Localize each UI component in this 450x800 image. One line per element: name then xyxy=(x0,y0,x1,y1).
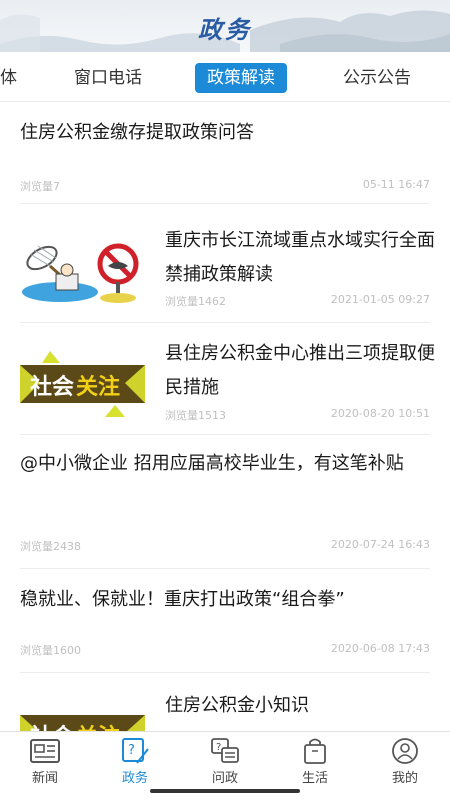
tabbar-item-mine[interactable]: 我的 xyxy=(360,732,450,790)
tab-truncated[interactable]: 体 xyxy=(0,63,17,93)
list-item[interactable]: 住房公积金缴存提取政策问答 浏览量7 05-11 16:47 xyxy=(0,103,450,204)
publish-date: 2020-06-08 17:43 xyxy=(330,642,430,655)
view-count: 浏览量7 xyxy=(20,180,60,193)
social-focus-thumbnail: 社会 关注 xyxy=(20,703,145,731)
thumb-text-focus: 关注 xyxy=(76,374,121,400)
article-title: 稳就业、保就业！重庆打出政策“组合拳” xyxy=(20,589,345,610)
publish-date: 05-11 16:47 xyxy=(362,178,430,191)
app-header: 政务 xyxy=(0,0,450,52)
home-indicator[interactable] xyxy=(150,789,300,793)
page-title: 政务 xyxy=(198,15,252,44)
tabbar-label: 问政 xyxy=(211,771,238,786)
user-icon xyxy=(392,738,418,764)
tabbar-item-inquiry[interactable]: ? 问政 xyxy=(180,732,270,790)
publish-date: 2021-01-05 09:27 xyxy=(330,293,430,306)
category-tabs: 体 窗口电话 政策解读 公示公告 xyxy=(0,52,450,102)
article-list: 住房公积金缴存提取政策问答 浏览量7 05-11 16:47 重庆市长江流域重点… xyxy=(0,103,450,731)
publish-date: 2020-07-24 16:43 xyxy=(330,538,430,551)
article-title: 县住房公积金中心推出三项提取便民措施 xyxy=(165,343,435,398)
view-count: 浏览量1600 xyxy=(20,644,81,657)
tabbar-label: 政务 xyxy=(121,771,148,786)
view-count: 浏览量1513 xyxy=(165,409,226,422)
thumb-text-social: 社会 xyxy=(30,719,74,731)
news-icon xyxy=(30,739,60,763)
list-item[interactable]: 社会 关注 县住房公积金中心推出三项提取便民措施 浏览量1513 2020-08… xyxy=(0,323,450,435)
tabbar-item-news[interactable]: 新闻 xyxy=(0,732,90,790)
article-title: 住房公积金缴存提取政策问答 xyxy=(20,122,254,143)
list-item[interactable]: 社会 关注 住房公积金小知识 xyxy=(0,673,450,731)
article-title: 住房公积金小知识 xyxy=(165,695,309,716)
list-item[interactable]: 重庆市长江流域重点水域实行全面禁捕政策解读 浏览量1462 2021-01-05… xyxy=(0,204,450,323)
list-item[interactable]: 稳就业、保就业！重庆打出政策“组合拳” 浏览量1600 2020-06-08 1… xyxy=(0,569,450,673)
svg-text:?: ? xyxy=(128,743,135,758)
chat-icon: ? xyxy=(211,738,239,763)
thumb-text-focus: 关注 xyxy=(76,719,120,731)
publish-date: 2020-08-20 10:51 xyxy=(330,407,430,420)
fishing-ban-thumbnail xyxy=(20,224,145,304)
article-title: 重庆市长江流域重点水域实行全面禁捕政策解读 xyxy=(165,230,435,285)
government-icon: ? xyxy=(122,738,149,764)
tabbar-label: 我的 xyxy=(391,771,418,786)
tabbar-item-life[interactable]: 生活 xyxy=(270,732,360,790)
tab-public-notice[interactable]: 公示公告 xyxy=(343,63,411,93)
view-count: 浏览量2438 xyxy=(20,540,81,553)
view-count: 浏览量1462 xyxy=(165,295,226,308)
shopping-bag-icon xyxy=(304,738,326,764)
social-focus-thumbnail: 社会 关注 xyxy=(20,343,145,423)
thumb-text-social: 社会 xyxy=(30,374,75,400)
svg-text:?: ? xyxy=(216,742,221,753)
tab-policy-interpretation[interactable]: 政策解读 xyxy=(195,63,287,93)
article-title: @中小微企业 招用应届高校毕业生，有这笔补贴 xyxy=(20,453,404,474)
tabbar-label: 生活 xyxy=(301,771,328,786)
tabbar-item-government[interactable]: ? 政务 xyxy=(90,732,180,790)
list-item[interactable]: @中小微企业 招用应届高校毕业生，有这笔补贴 浏览量2438 2020-07-2… xyxy=(0,435,450,569)
tab-window-phone[interactable]: 窗口电话 xyxy=(74,63,142,93)
tabbar-label: 新闻 xyxy=(31,771,58,786)
